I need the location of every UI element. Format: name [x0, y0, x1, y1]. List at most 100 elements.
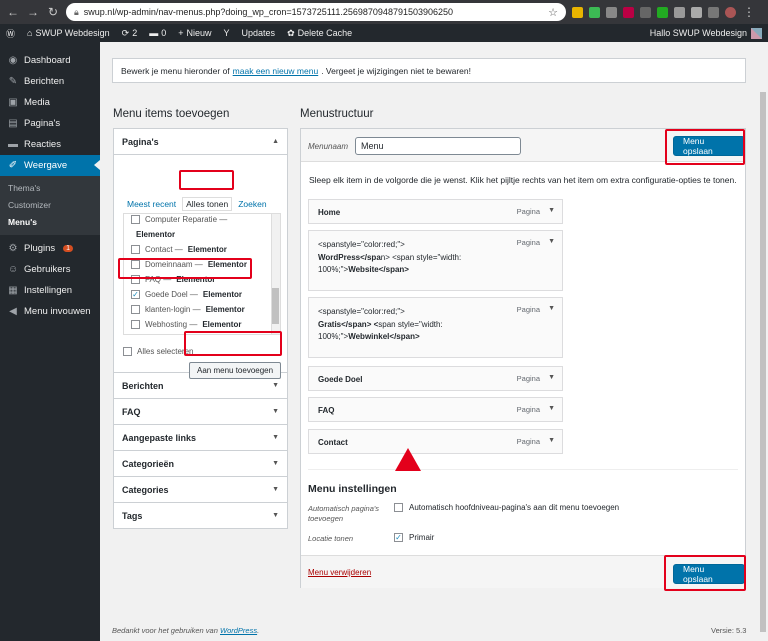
pin-icon: ✎ [8, 76, 18, 87]
extension-icon[interactable] [657, 6, 668, 18]
accordion-label: Categorieën [122, 458, 175, 469]
location-option[interactable]: ✓ Primair [394, 533, 434, 542]
highlight-box [665, 129, 745, 165]
extension-icon[interactable] [691, 6, 702, 18]
menu-item-title-part: style="color:red;"> [340, 240, 405, 249]
arrow-left-icon[interactable]: ← [6, 5, 20, 19]
sidebar-item-gebruikers[interactable]: ☺ Gebruikers [0, 259, 100, 280]
accordion-tags[interactable]: Tags ▼ [113, 502, 288, 529]
extension-icon[interactable] [606, 6, 617, 18]
extension-icon[interactable] [674, 6, 685, 18]
extension-icon[interactable] [640, 6, 651, 18]
sidebar-item-dashboard[interactable]: ◉ Dashboard [0, 50, 100, 71]
wordpress-logo-icon[interactable]: Ⓦ [6, 27, 15, 40]
list-item[interactable]: ✓ Goede Doel — Elementor [124, 287, 280, 302]
list-item[interactable]: Webhosting — Elementor [124, 317, 280, 332]
menu-item[interactable]: FAQ Pagina ▼ [308, 397, 563, 422]
accordion-aangepaste-links[interactable]: Aangepaste links ▼ [113, 424, 288, 451]
create-menu-link[interactable]: maak een nieuw menu [233, 66, 319, 76]
menu-item-type: Pagina [516, 207, 540, 216]
accordion-label: Aangepaste links [122, 432, 197, 443]
sidebar-item-media[interactable]: ▣ Media [0, 92, 100, 113]
menu-item-title-part: Website</span> [348, 265, 409, 274]
arrow-down-icon: ▼ [272, 486, 279, 493]
menu-name-input[interactable]: Menu [355, 137, 521, 155]
submenu-item-themas[interactable]: Thema's [0, 180, 100, 197]
site-name-link[interactable]: ⌂ SWUP Webdesign [27, 28, 110, 38]
star-icon[interactable]: ☆ [548, 6, 558, 19]
menu-item[interactable]: <spanstyle="color:red;"> Gratis</span> <s… [308, 297, 563, 358]
submenu-item-customizer[interactable]: Customizer [0, 197, 100, 214]
scrollbar-thumb[interactable] [760, 92, 766, 632]
primary-checkbox[interactable]: ✓ [394, 533, 403, 542]
sidebar-item-menu-invouwen[interactable]: ◀ Menu invouwen [0, 301, 100, 322]
page-checkbox[interactable] [131, 245, 140, 254]
arrow-down-icon[interactable]: ▼ [548, 437, 555, 444]
comments-link[interactable]: ▬ 0 [149, 28, 166, 38]
sidebar-item-weergave[interactable]: ✐ Weergave [0, 155, 100, 176]
arrow-right-icon[interactable]: → [26, 5, 40, 19]
add-to-menu-button[interactable]: Aan menu toevoegen [189, 362, 282, 379]
page-scrollbar[interactable] [758, 42, 768, 641]
extension-icon[interactable] [589, 6, 600, 18]
menu-item-type: Pagina [516, 305, 540, 314]
address-bar[interactable]: 🔒︎ swup.nl/wp-admin/nav-menus.php?doing_… [66, 3, 566, 21]
arrow-down-icon[interactable]: ▼ [548, 374, 555, 381]
tab-zoeken[interactable]: Zoeken [238, 199, 266, 211]
list-item[interactable]: Contact — Elementor [124, 242, 280, 257]
wordpress-link[interactable]: WordPress [220, 626, 257, 635]
auto-add-option[interactable]: Automatisch hoofdniveau-pagina's aan dit… [394, 503, 619, 512]
submenu-item-menus[interactable]: Menu's [0, 214, 100, 231]
arrow-down-icon[interactable]: ▼ [548, 207, 555, 214]
menu-item[interactable]: Contact Pagina ▼ [308, 429, 563, 454]
menu-item-title: <spanstyle="color:red;"> Gratis</span> <s… [318, 306, 468, 344]
arrow-down-icon[interactable]: ▼ [548, 405, 555, 412]
updates-menu[interactable]: Updates [242, 28, 276, 38]
menu-item[interactable]: Goede Doel Pagina ▼ [308, 366, 563, 391]
menu-dots-icon[interactable]: ⋮ [742, 5, 756, 19]
arrow-down-icon[interactable]: ▼ [548, 238, 555, 245]
select-all-checkbox[interactable] [123, 347, 132, 356]
account-menu[interactable]: Hallo SWUP Webdesign [650, 27, 762, 39]
page-builder: Elementor [202, 320, 242, 329]
arrow-down-icon[interactable]: ▼ [548, 305, 555, 312]
page-checkbox[interactable]: ✓ [131, 290, 140, 299]
menu-item[interactable]: Home Pagina ▼ [308, 199, 563, 224]
delete-cache-link[interactable]: ✿ Delete Cache [287, 28, 352, 39]
accordion-categorie-n[interactable]: Categorieën ▼ [113, 450, 288, 477]
profile-icon[interactable] [725, 6, 736, 18]
sidebar-item-berichten[interactable]: ✎ Berichten [0, 71, 100, 92]
select-all[interactable]: Alles selecteren [123, 347, 193, 356]
extension-icon[interactable] [572, 6, 583, 18]
sidebar-item-pagina-s[interactable]: ▤ Pagina's [0, 113, 100, 134]
list-scrollbar-thumb[interactable] [272, 288, 279, 324]
sidebar-item-plugins[interactable]: ⚙ Plugins 1 [0, 238, 100, 259]
extension-icon[interactable] [708, 6, 719, 18]
accordion-categories[interactable]: Categories ▼ [113, 476, 288, 503]
add-items-title: Menu items toevoegen [113, 108, 230, 120]
auto-add-checkbox[interactable] [394, 503, 403, 512]
list-item[interactable]: Elementor [124, 227, 280, 242]
page-checkbox[interactable] [131, 305, 140, 314]
page-checkbox[interactable] [131, 215, 140, 224]
tab-meest-recent[interactable]: Meest recent [127, 199, 176, 211]
page-checkbox[interactable] [131, 320, 140, 329]
accordion-label: Berichten [122, 380, 164, 391]
updates-link[interactable]: ⟳ 2 [122, 28, 138, 39]
sidebar-item-reacties[interactable]: ▬ Reacties [0, 134, 100, 155]
dashboard-icon: ◉ [8, 55, 18, 66]
accordion-paginas[interactable]: Pagina's ▲ [113, 128, 288, 155]
reload-icon[interactable]: ↻ [46, 5, 60, 19]
yoast-icon[interactable]: Y [224, 28, 230, 38]
extension-icon[interactable] [623, 6, 634, 18]
tab-alles-tonen[interactable]: Alles tonen [182, 197, 233, 211]
menu-item[interactable]: <spanstyle="color:red;"> WordPress</span>… [308, 230, 563, 291]
menu-item-type: Pagina [516, 437, 540, 446]
sidebar-item-instellingen[interactable]: ▦ Instellingen [0, 280, 100, 301]
accordion-faq[interactable]: FAQ ▼ [113, 398, 288, 425]
list-scrollbar[interactable] [271, 214, 280, 334]
new-link[interactable]: + Nieuw [178, 28, 211, 38]
list-item[interactable]: Computer Reparatie — [124, 214, 280, 227]
delete-menu-link[interactable]: Menu verwijderen [308, 568, 371, 577]
list-item[interactable]: klanten-login — Elementor [124, 302, 280, 317]
